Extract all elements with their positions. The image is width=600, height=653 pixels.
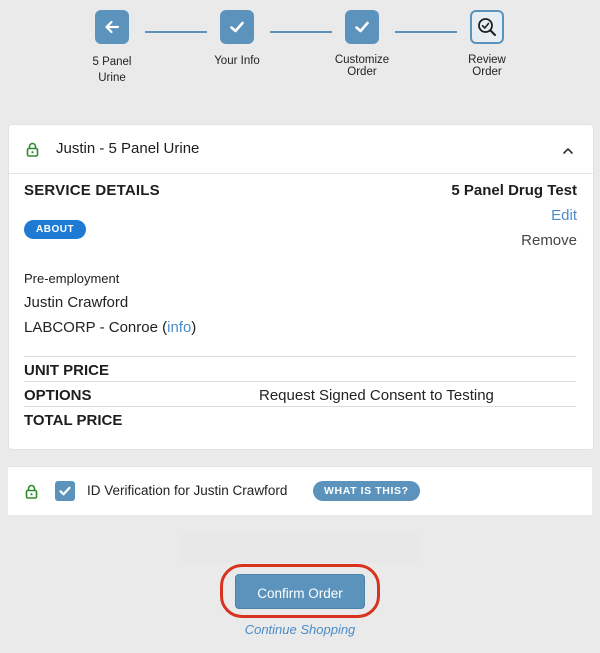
step-review-order: Review Order xyxy=(442,10,532,78)
id-verification-checkbox[interactable] xyxy=(55,481,75,501)
check-icon xyxy=(220,10,254,44)
check-icon xyxy=(59,486,71,496)
step-label: 5 Panel Urine xyxy=(92,56,132,84)
chevron-up-icon[interactable] xyxy=(562,143,574,161)
order-card: Justin - 5 Panel Urine SERVICE DETAILS 5… xyxy=(8,124,594,450)
lab-suffix: ) xyxy=(191,319,197,336)
continue-shopping-link: Continue Shopping xyxy=(0,622,600,637)
donor-name: Justin Crawford xyxy=(24,294,129,311)
options-row: OPTIONS Request Signed Consent to Testin… xyxy=(24,381,576,407)
about-badge[interactable]: ABOUT xyxy=(24,220,87,239)
step-your-info[interactable]: Your Info xyxy=(192,10,282,69)
total-price-label: TOTAL PRICE xyxy=(24,412,123,429)
total-price-row: TOTAL PRICE xyxy=(24,406,576,432)
options-value: Request Signed Consent to Testing xyxy=(259,387,494,404)
what-is-this-button[interactable]: WHAT IS THIS? xyxy=(313,481,420,501)
id-verification-label[interactable]: ID Verification for Justin Crawford xyxy=(87,483,287,498)
test-reason: Pre-employment xyxy=(24,271,120,286)
lab-info-link[interactable]: info xyxy=(167,319,191,336)
step-label: Your Info xyxy=(214,55,260,67)
unit-price-label: UNIT PRICE xyxy=(24,362,110,379)
arrow-left-icon[interactable] xyxy=(95,10,129,44)
product-name: 5 Panel Drug Test xyxy=(451,182,577,199)
check-icon xyxy=(345,10,379,44)
continue-shopping-text[interactable]: Continue Shopping xyxy=(245,622,356,637)
options-label: OPTIONS xyxy=(24,387,92,404)
lock-icon xyxy=(25,484,38,504)
service-details-heading: SERVICE DETAILS xyxy=(24,182,160,199)
unit-price-row: UNIT PRICE xyxy=(24,356,576,382)
remove-link[interactable]: Remove xyxy=(521,232,577,249)
step-label: Customize Order xyxy=(334,54,390,78)
id-verification-bar: ID Verification for Justin Crawford WHAT… xyxy=(8,466,592,515)
confirm-order-button[interactable]: Confirm Order xyxy=(235,574,365,609)
collection-site: LABCORP - Conroe (info) xyxy=(24,319,196,336)
order-card-header[interactable]: Justin - 5 Panel Urine xyxy=(9,125,593,174)
placeholder-block xyxy=(180,533,420,563)
step-label: Review Order xyxy=(468,54,506,78)
order-card-title: Justin - 5 Panel Urine xyxy=(56,140,200,157)
step-product[interactable]: 5 Panel Urine xyxy=(67,10,157,86)
lab-name: LABCORP - Conroe ( xyxy=(24,319,168,336)
step-customize-order[interactable]: Customize Order xyxy=(317,10,407,78)
lock-icon xyxy=(26,142,39,162)
order-stepper: 5 Panel Urine Your Info Customize Order … xyxy=(0,0,600,110)
edit-link[interactable]: Edit xyxy=(551,207,577,224)
search-check-icon xyxy=(470,10,504,44)
